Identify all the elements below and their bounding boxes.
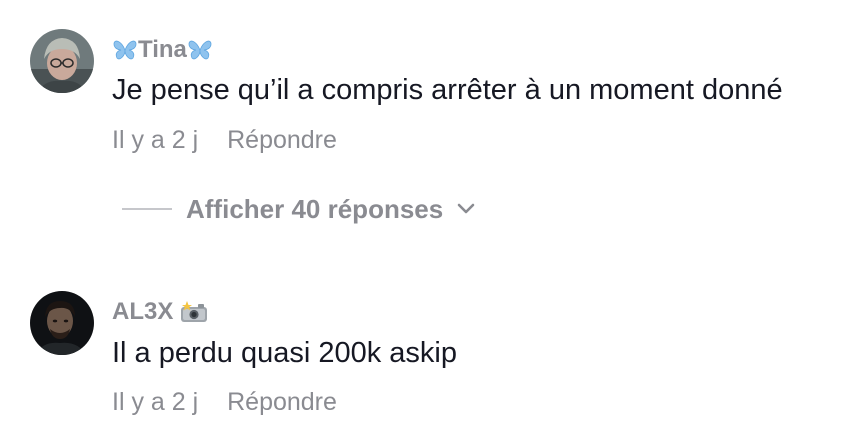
avatar-image — [30, 291, 94, 355]
chevron-down-icon — [457, 203, 475, 214]
butterfly-icon — [188, 40, 212, 60]
replies-divider — [122, 208, 172, 210]
comment-username[interactable]: AL3X — [112, 298, 209, 326]
reply-button[interactable]: Répondre — [227, 126, 337, 154]
reply-button[interactable]: Répondre — [227, 388, 337, 416]
butterfly-icon — [113, 40, 137, 60]
comment-meta: Il y a 2 j Répondre — [112, 126, 337, 155]
comment-text: Je pense qu’il a compris arrêter à un mo… — [112, 74, 783, 106]
avatar[interactable] — [30, 29, 94, 93]
comment-timestamp: Il y a 2 j — [112, 126, 199, 154]
avatar[interactable] — [30, 291, 94, 355]
comment-meta: Il y a 2 j Répondre — [112, 388, 337, 417]
comment-username[interactable]: Tina — [112, 36, 213, 64]
comment-timestamp: Il y a 2 j — [112, 388, 199, 416]
show-replies-button[interactable]: Afficher 40 réponses — [122, 192, 475, 226]
show-replies-label: Afficher 40 réponses — [186, 193, 444, 224]
username-text: AL3X — [112, 298, 174, 325]
camera-flash-icon — [181, 301, 208, 322]
avatar-image — [30, 29, 94, 93]
username-text: Tina — [138, 36, 187, 63]
comment-text: Il a perdu quasi 200k askip — [112, 337, 457, 369]
